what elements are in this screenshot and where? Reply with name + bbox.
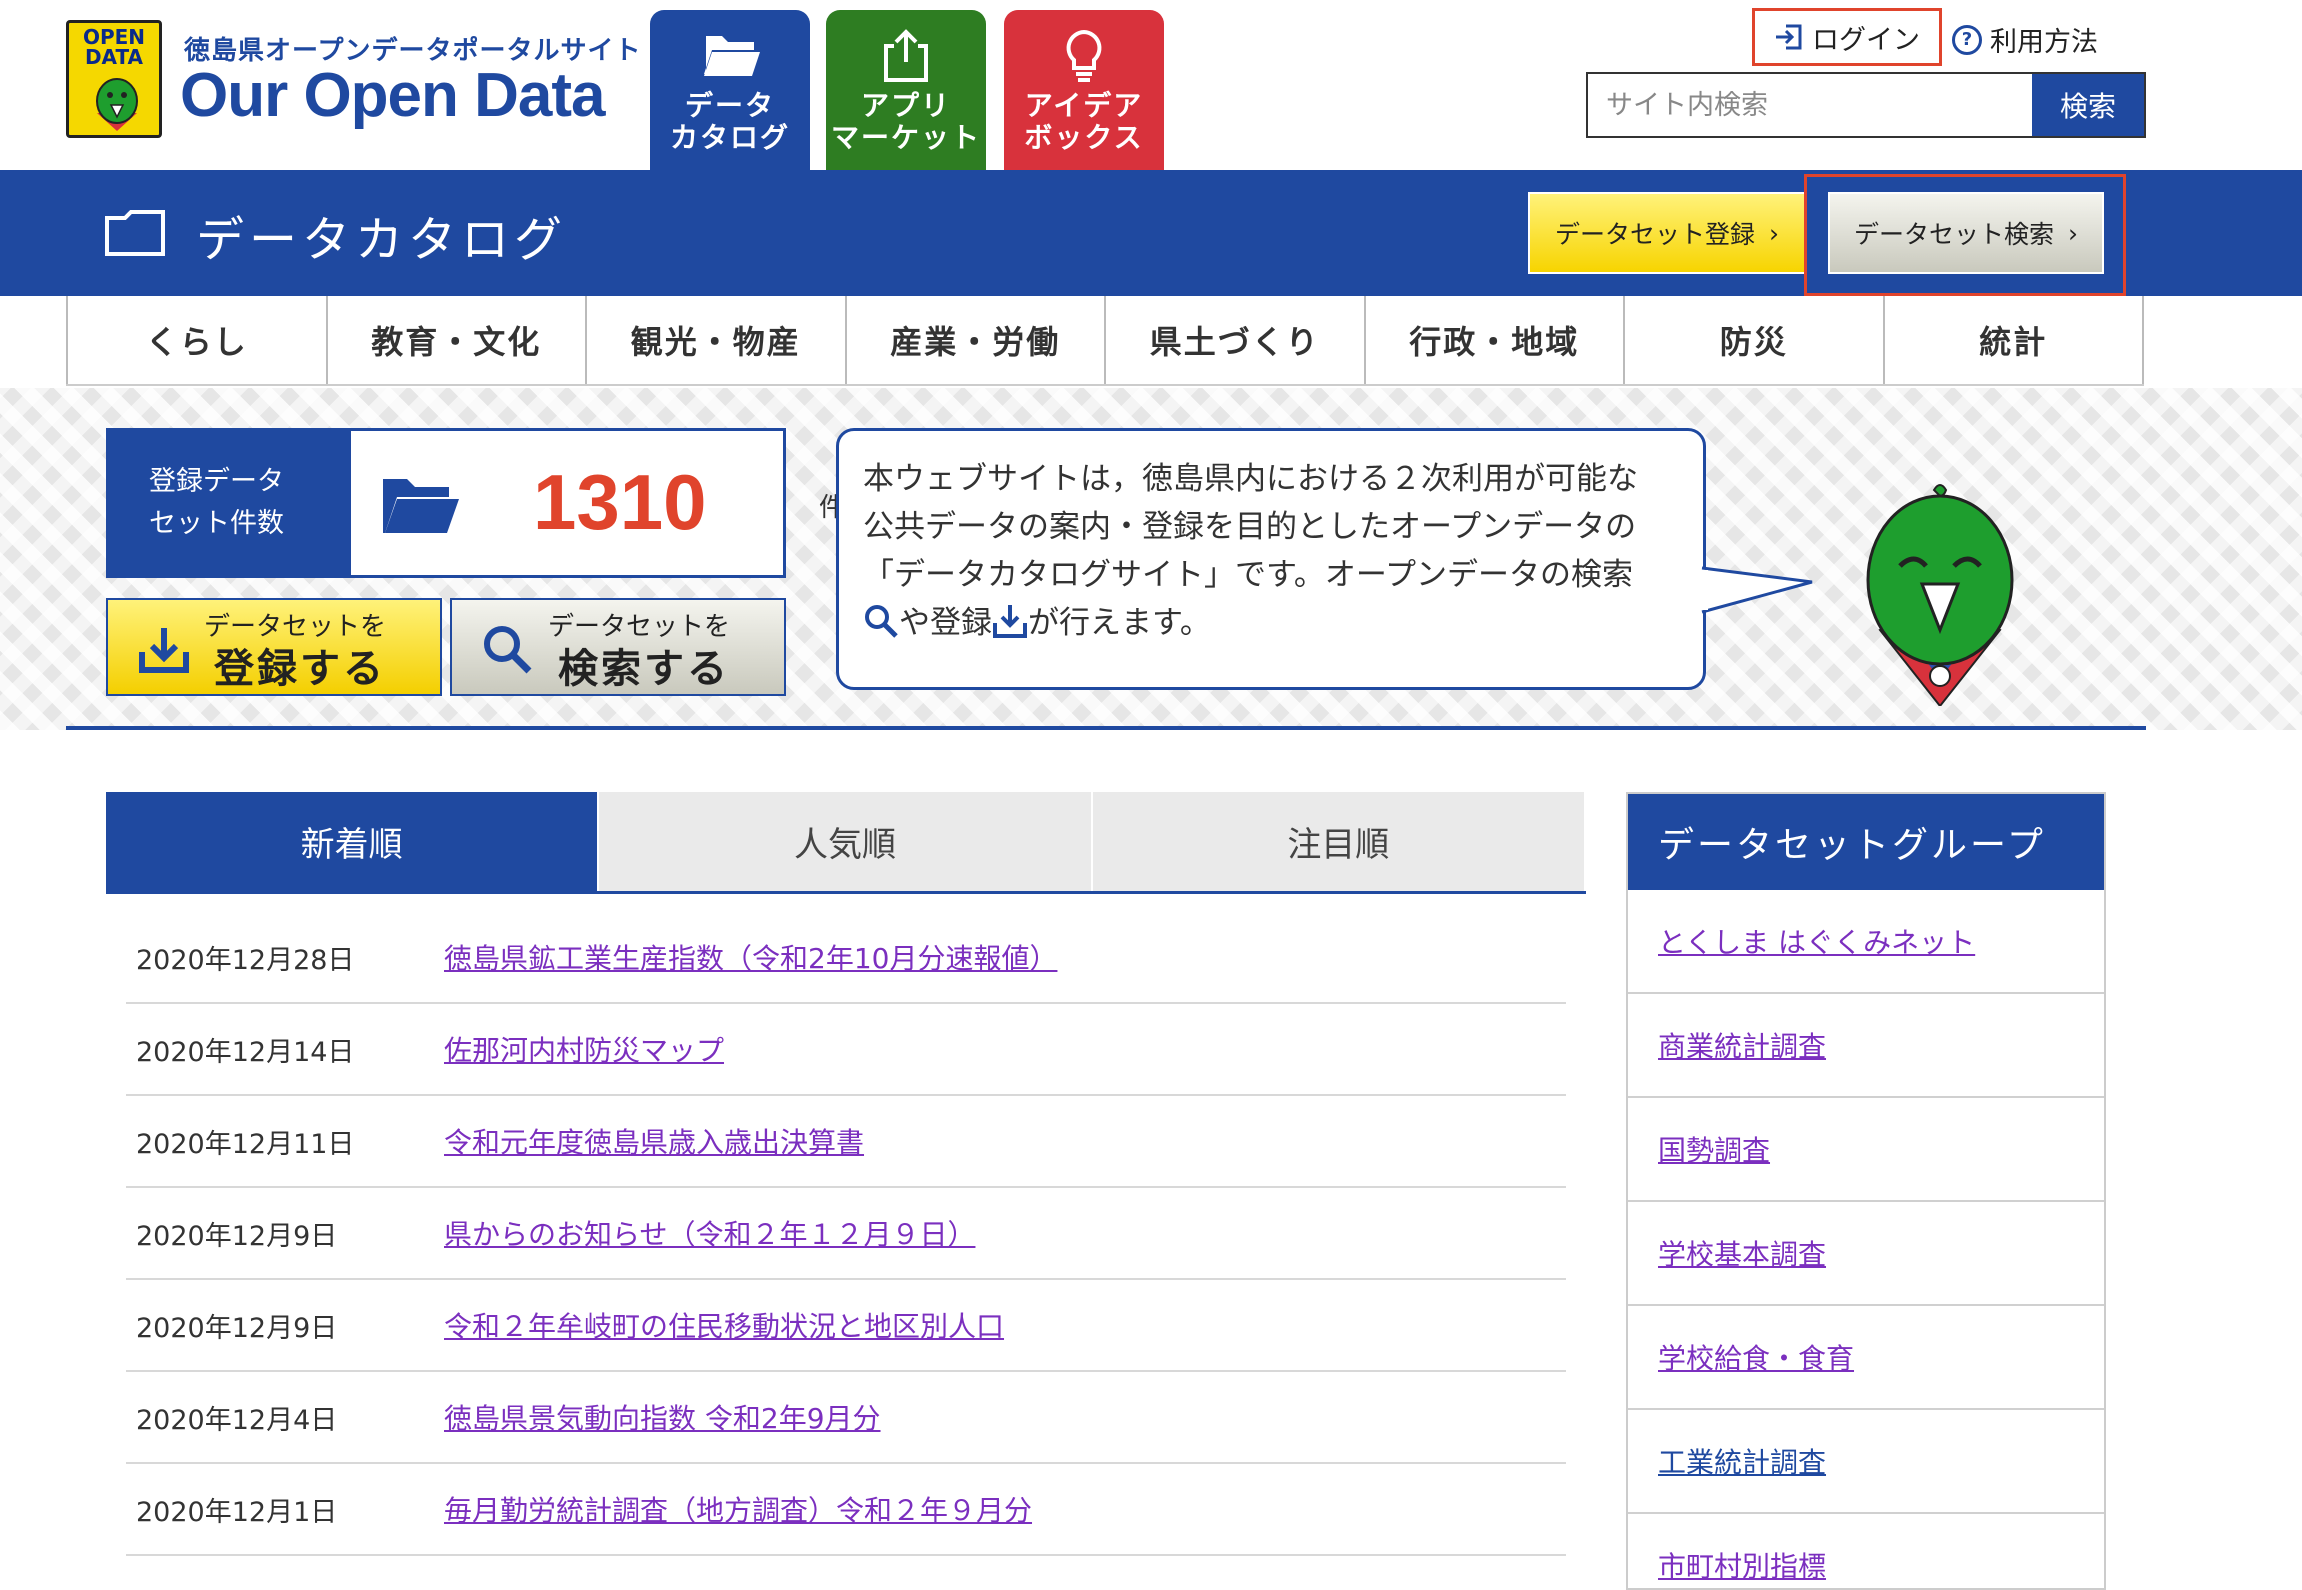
dataset-count-panel: 登録データ セット件数 1310 件 — [106, 428, 845, 578]
main-tab-label: アイデア ボックス — [1024, 89, 1144, 154]
category-item[interactable]: 教育・文化 — [325, 296, 586, 384]
hero-register-big: 登録する — [214, 646, 386, 692]
login-label: ログイン — [1812, 24, 1920, 56]
list-item: 2020年12月9日 令和２年牟岐町の住民移動状況と地区別人口 — [126, 1280, 1566, 1372]
dataset-register-label: データセット登録 — [1554, 220, 1755, 249]
folder-open-icon — [704, 36, 760, 76]
sidebar-item-group[interactable]: 市町村別指標 — [1628, 1514, 2104, 1588]
category-item[interactable]: 産業・労働 — [844, 296, 1105, 384]
news-title-link[interactable]: 令和元年度徳島県歳入歳出決算書 — [444, 1121, 864, 1161]
news-title-link[interactable]: 令和２年牟岐町の住民移動状況と地区別人口 — [444, 1305, 1004, 1345]
category-item[interactable]: 防災 — [1623, 296, 1883, 384]
site-search: 検索 — [1586, 72, 2146, 138]
search-icon — [865, 605, 898, 638]
share-upload-icon — [884, 29, 928, 82]
login-link[interactable]: ログイン — [1752, 8, 1942, 66]
list-item: 2020年12月9日 県からのお知らせ（令和２年１２月９日） — [126, 1188, 1566, 1280]
sidebar-item-group[interactable]: 国勢調査 — [1628, 1098, 2104, 1202]
search-icon — [484, 626, 532, 674]
sidebar-title: データセットグループ — [1628, 794, 2104, 890]
category-item[interactable]: 県土づくり — [1104, 296, 1364, 384]
chevron-right-icon: › — [1769, 218, 1779, 248]
main-tab-label: アプリ マーケット — [830, 89, 981, 154]
list-item: 2020年12月28日 徳島県鉱工業生産指数（令和2年10月分速報値） — [126, 912, 1566, 1004]
intro-line: 「データカタログサイト」です。オープンデータの検索 — [863, 557, 1634, 593]
news-date: 2020年12月14日 — [136, 1036, 355, 1068]
sidebar-item-group[interactable]: 学校基本調査 — [1628, 1202, 2104, 1306]
news-title-link[interactable]: 徳島県景気動向指数 令和2年9月分 — [444, 1397, 881, 1437]
lightbulb-icon — [1066, 29, 1102, 82]
site-search-input[interactable] — [1588, 74, 2032, 136]
howto-link[interactable]: ? 利用方法 — [1952, 20, 2098, 59]
site-title[interactable]: Our Open Data — [180, 60, 606, 131]
main-tab-idea-box[interactable]: アイデア ボックス — [1004, 10, 1164, 170]
news-date: 2020年12月9日 — [136, 1220, 338, 1252]
list-item: 2020年12月11日 令和元年度徳島県歳入歳出決算書 — [126, 1096, 1566, 1188]
news-title-link[interactable]: 佐那河内村防災マップ — [444, 1029, 724, 1069]
tab-popular[interactable]: 人気順 — [599, 792, 1093, 891]
folder-open-icon — [383, 479, 459, 533]
site-header: OPEN DATA 徳島県オープンデータポータルサイト Our Open Dat… — [0, 0, 2302, 170]
category-item[interactable]: 行政・地域 — [1363, 296, 1624, 384]
list-item: 2020年12月4日 徳島県景気動向指数 令和2年9月分 — [126, 1372, 1566, 1464]
news-title-link[interactable]: 毎月勤労統計調査（地方調査）令和２年９月分 — [444, 1489, 1032, 1529]
tab-featured[interactable]: 注目順 — [1092, 792, 1586, 891]
login-icon — [1776, 24, 1802, 50]
hero-register-button[interactable]: データセットを 登録する — [106, 598, 442, 696]
dataset-news-list: 2020年12月28日 徳島県鉱工業生産指数（令和2年10月分速報値） 2020… — [126, 912, 1566, 1556]
intro-text: が行えます。 — [1028, 605, 1211, 641]
news-date: 2020年12月9日 — [136, 1312, 338, 1344]
help-icon: ? — [1952, 24, 1982, 55]
category-nav: くらし 教育・文化 観光・物産 産業・労働 県土づくり 行政・地域 防災 統計 — [66, 296, 2144, 386]
list-item: 2020年12月1日 毎月勤労統計調査（地方調査）令和２年９月分 — [126, 1464, 1566, 1556]
dataset-group-sidebar: データセットグループ とくしま はぐくみネット 商業統計調査 国勢調査 学校基本… — [1626, 792, 2106, 1590]
dataset-register-button[interactable]: データセット登録 › — [1528, 192, 1806, 274]
intro-line: や登録 が行えます。 — [863, 599, 1679, 647]
list-item: 2020年12月14日 佐那河内村防災マップ — [126, 1004, 1566, 1096]
main-tab-label: データ カタログ — [669, 89, 790, 154]
mascot-mini-icon — [96, 78, 138, 131]
site-search-button[interactable]: 検索 — [2032, 74, 2144, 136]
mascot-character-icon — [1866, 484, 2014, 706]
download-tray-icon — [993, 605, 1027, 638]
hero-divider — [66, 726, 2146, 730]
news-date: 2020年12月1日 — [136, 1496, 338, 1528]
main-tab-app-market[interactable]: アプリ マーケット — [826, 10, 986, 170]
intro-line: 本ウェブサイトは，徳島県内における２次利用が可能な — [863, 461, 1638, 497]
folder-icon — [105, 210, 165, 256]
howto-label: 利用方法 — [1990, 27, 2098, 58]
page-title: データカタログ — [196, 212, 568, 268]
main-tab-data-catalog[interactable]: データ カタログ — [650, 10, 810, 170]
intro-line: 公共データの案内・登録を目的としたオープンデータの — [863, 509, 1637, 545]
news-date: 2020年12月4日 — [136, 1404, 338, 1436]
dataset-search-highlight — [1804, 174, 2126, 296]
sidebar-item-group[interactable]: とくしま はぐくみネット — [1628, 890, 2104, 994]
download-tray-icon — [139, 628, 189, 673]
news-title-link[interactable]: 徳島県鉱工業生産指数（令和2年10月分速報値） — [444, 937, 1057, 977]
open-data-logo[interactable]: OPEN DATA — [66, 20, 162, 138]
intro-speech-bubble: 本ウェブサイトは，徳島県内における２次利用が可能な 公共データの案内・登録を目的… — [836, 428, 1706, 690]
sidebar-item-group[interactable]: 学校給食・食育 — [1628, 1306, 2104, 1410]
dataset-count-label: 登録データ セット件数 — [109, 431, 351, 575]
news-date: 2020年12月11日 — [136, 1128, 355, 1160]
dataset-count-value: 1310 — [533, 458, 707, 546]
sort-tabs: 新着順 人気順 注目順 — [106, 792, 1586, 894]
category-item[interactable]: 統計 — [1882, 296, 2144, 384]
hero-search-button[interactable]: データセットを 検索する — [450, 598, 786, 696]
logo-badge-text: OPEN DATA — [82, 25, 146, 69]
intro-text: や登録 — [899, 605, 992, 641]
sidebar-item-group[interactable]: 商業統計調査 — [1628, 994, 2104, 1098]
category-item[interactable]: くらし — [66, 296, 326, 384]
category-item[interactable]: 観光・物産 — [585, 296, 845, 384]
news-date: 2020年12月28日 — [136, 944, 355, 976]
tab-newest[interactable]: 新着順 — [106, 792, 600, 891]
news-title-link[interactable]: 県からのお知らせ（令和２年１２月９日） — [444, 1213, 975, 1253]
sidebar-item-group[interactable]: 工業統計調査 — [1628, 1410, 2104, 1514]
hero-search-big: 検索する — [558, 646, 730, 692]
bubble-tail — [1700, 566, 1813, 614]
